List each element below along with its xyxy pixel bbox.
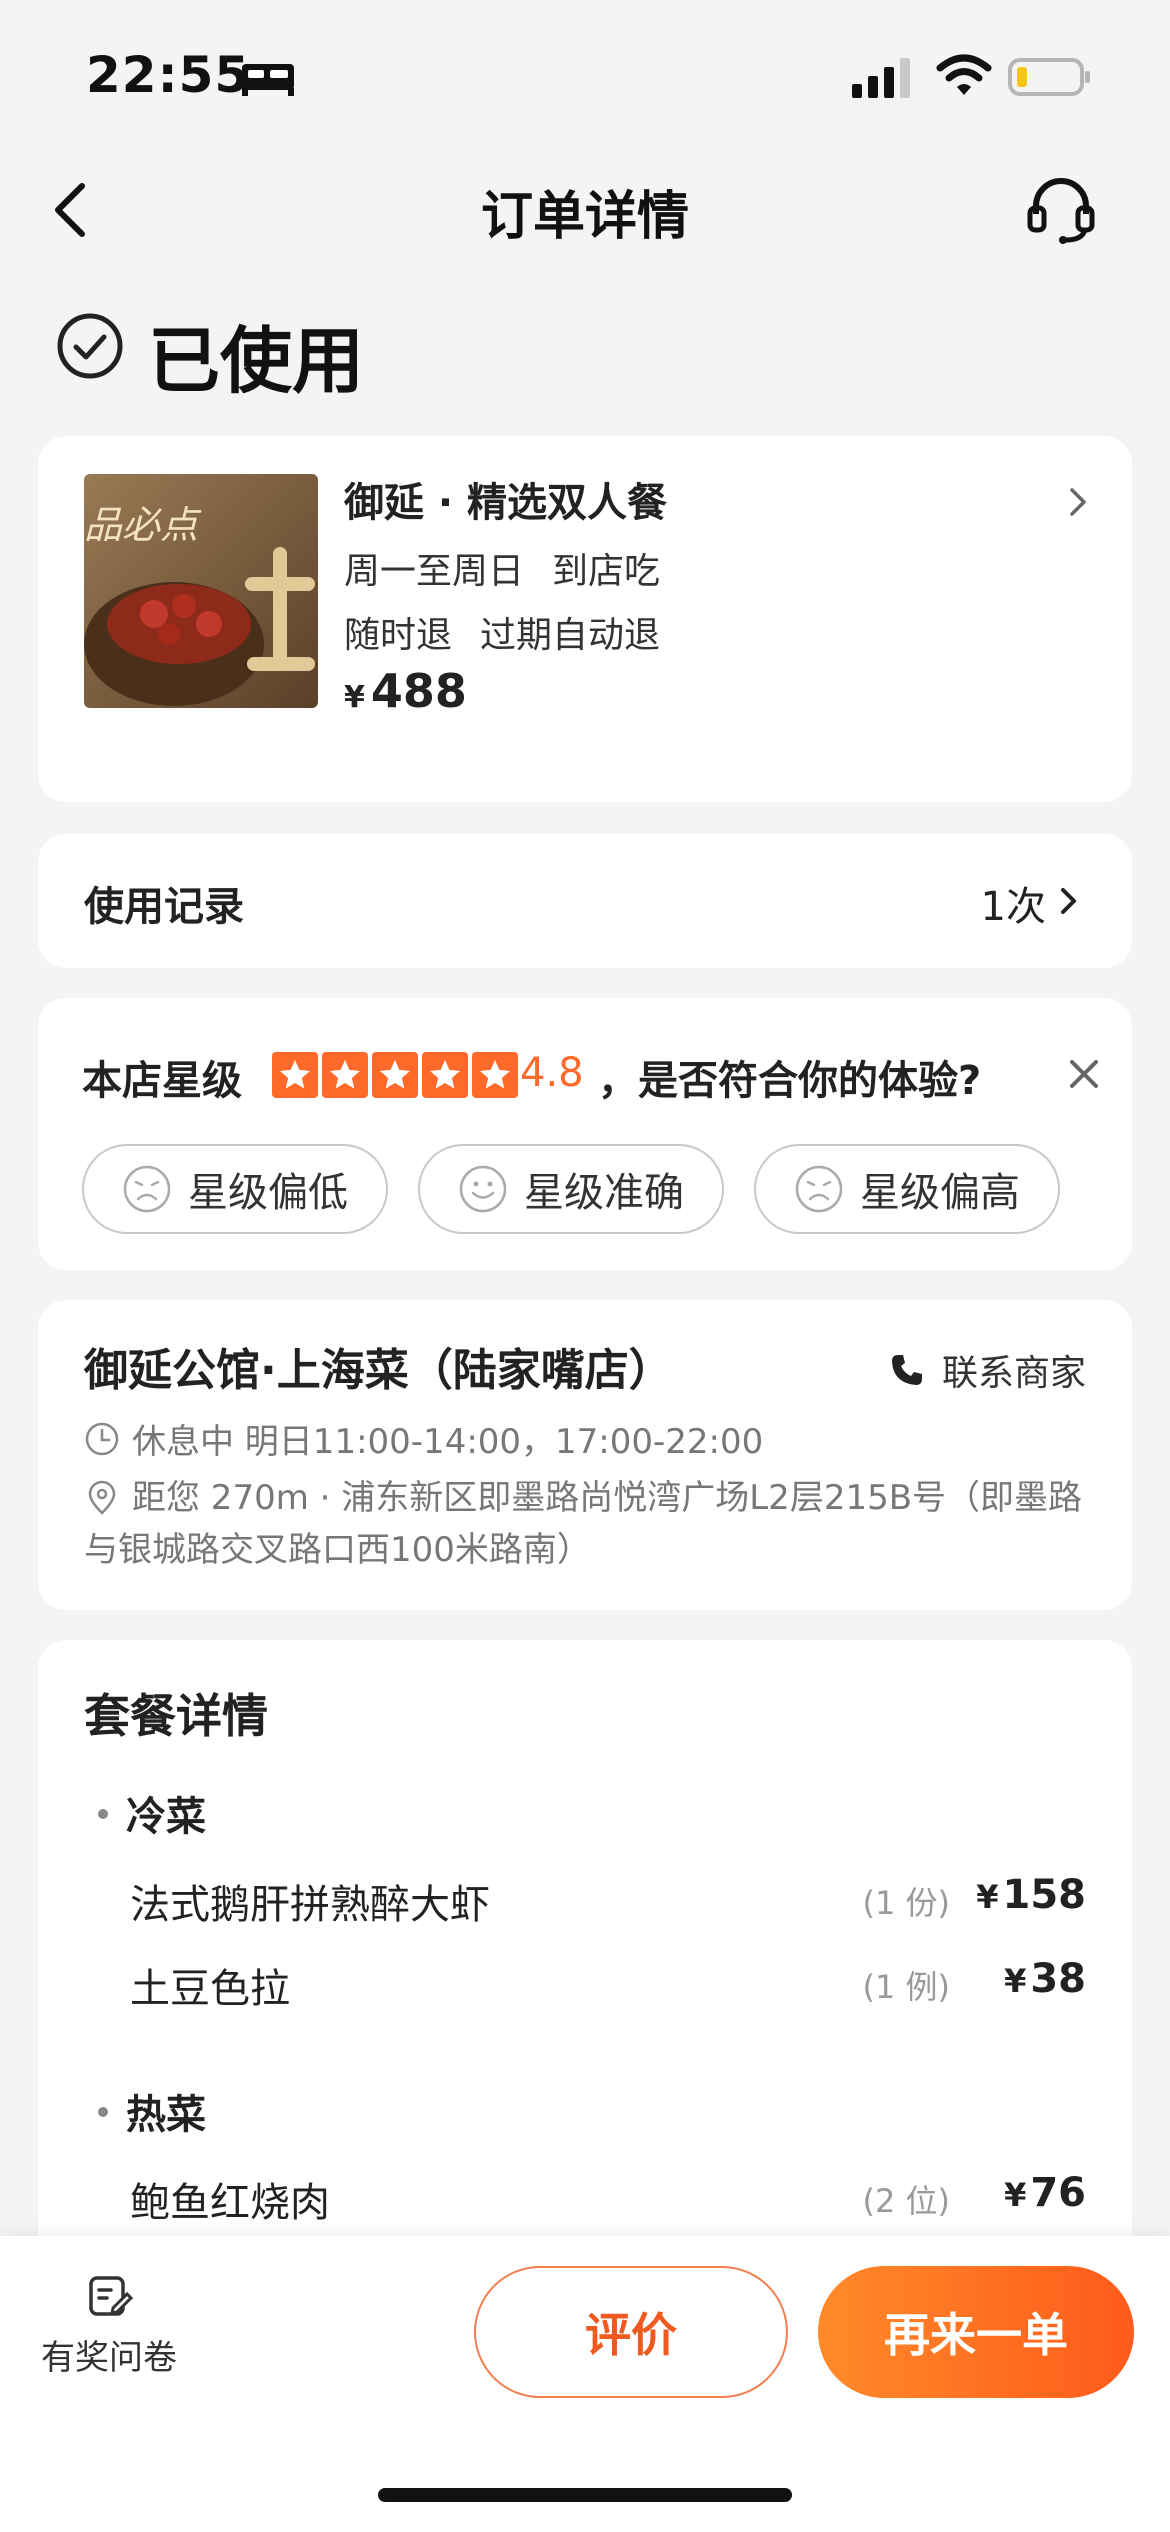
dish-price: ¥76: [1004, 2170, 1086, 2216]
rating-accurate-label: 星级准确: [524, 1170, 684, 1216]
dish-quantity: (2 位): [862, 2182, 950, 2220]
home-indicator: [378, 2488, 792, 2502]
dish-price: ¥158: [976, 1872, 1086, 1918]
survey-button[interactable]: 有奖问卷: [34, 2272, 184, 2379]
usage-record-row[interactable]: 使用记录 1次: [38, 834, 1132, 968]
star-icon: [272, 1052, 318, 1098]
dish-name: 鲍鱼红烧肉: [130, 2180, 330, 2226]
section-hot-dishes: 热菜: [84, 2082, 206, 2140]
product-refund-tags: 随时退 过期自动退: [344, 606, 660, 658]
tag-auto-refund: 过期自动退: [480, 615, 661, 656]
dish-quantity: (1 例): [862, 1968, 950, 2006]
star-rating: [272, 1052, 518, 1098]
star-icon: [472, 1052, 518, 1098]
bullet-dot: [98, 1809, 108, 1819]
currency-symbol: ¥: [976, 1878, 999, 1916]
dish-price: ¥38: [1004, 1956, 1086, 2002]
customer-service-icon[interactable]: [1026, 174, 1096, 246]
dish-row: 土豆色拉 (1 例) ¥38: [130, 1956, 1086, 2012]
bed-icon: [242, 64, 294, 96]
product-thumbnail: 品必点: [84, 474, 318, 708]
rating-label: 本店星级: [82, 1058, 242, 1104]
rating-accurate-button[interactable]: 星级准确: [418, 1144, 724, 1234]
currency-symbol: ¥: [344, 680, 365, 715]
shop-hours: 休息中 明日11:00-14:00，17:00-22:00: [84, 1414, 763, 1463]
rating-too-high-label: 星级偏高: [860, 1170, 1020, 1216]
section-title: 热菜: [126, 2092, 206, 2138]
dish-row: 法式鹅肝拼熟醉大虾 (1 份) ¥158: [130, 1872, 1086, 1928]
smile-face-icon: [459, 1165, 507, 1213]
dish-quantity: (1 份): [862, 1884, 950, 1922]
product-name: 御延 · 精选双人餐: [344, 480, 668, 526]
dish-price-value: 38: [1030, 1956, 1086, 2002]
usage-record-label: 使用记录: [84, 884, 244, 930]
shop-hours-text: 休息中 明日11:00-14:00，17:00-22:00: [132, 1422, 764, 1462]
package-title: 套餐详情: [84, 1689, 268, 1743]
location-pin-icon: [88, 1480, 116, 1515]
contact-merchant-label: 联系商家: [941, 1353, 1086, 1394]
dish-price-value: 76: [1030, 2170, 1086, 2216]
survey-label: 有奖问卷: [41, 2338, 177, 2378]
order-status-text: 已使用: [148, 319, 365, 403]
product-thumbnail-text: 品必点: [84, 503, 199, 547]
star-icon: [372, 1052, 418, 1098]
rating-too-low-label: 星级偏低: [188, 1170, 348, 1216]
survey-edit-icon: [89, 2276, 133, 2316]
page-title: 订单详情: [480, 187, 689, 247]
shop-name[interactable]: 御延公馆·上海菜（陆家嘴店）: [84, 1334, 673, 1398]
wifi-icon: [936, 54, 992, 95]
star-icon: [422, 1052, 468, 1098]
star-icon: [322, 1052, 368, 1098]
sad-face-icon: [123, 1165, 171, 1213]
chevron-right-icon: [1061, 888, 1076, 914]
shop-info-card: 御延公馆·上海菜（陆家嘴店） 联系商家 休息中 明日11:00-14:00，17…: [38, 1300, 1132, 1610]
dish-name: 法式鹅肝拼熟醉大虾: [130, 1882, 490, 1928]
chevron-right-icon[interactable]: [1066, 482, 1092, 522]
bullet-dot: [98, 2107, 108, 2117]
currency-symbol: ¥: [1004, 1962, 1027, 2000]
tag-weekdays: 周一至周日: [344, 551, 525, 592]
review-button[interactable]: 评价: [474, 2266, 788, 2398]
close-icon[interactable]: [1066, 1056, 1102, 1092]
currency-symbol: ¥: [1004, 2176, 1027, 2214]
status-time: 22:55: [86, 46, 251, 104]
price-value: 488: [370, 664, 467, 718]
rating-too-low-button[interactable]: 星级偏低: [82, 1144, 388, 1234]
tag-dine-in: 到店吃: [552, 551, 661, 592]
tag-refund-anytime: 随时退: [344, 615, 453, 656]
contact-merchant-button[interactable]: 联系商家: [890, 1344, 1086, 1396]
check-circle-icon: [57, 313, 123, 379]
clock-icon: [85, 1422, 119, 1455]
section-cold-dishes: 冷菜: [84, 1784, 206, 1842]
store-rating-card: 本店星级 4.8 ，是否符合你的体验? 星级偏低 星级准确 星级偏高: [38, 998, 1132, 1270]
dish-price-value: 158: [1002, 1872, 1087, 1918]
battery-icon: [1008, 58, 1090, 96]
product-price: ¥488: [344, 664, 467, 718]
rating-question: ，是否符合你的体验?: [598, 1058, 982, 1104]
dish-name: 土豆色拉: [130, 1966, 290, 2012]
usage-count: 1次: [980, 884, 1046, 930]
rating-too-high-button[interactable]: 星级偏高: [754, 1144, 1060, 1234]
section-title: 冷菜: [126, 1794, 206, 1840]
shop-address[interactable]: 距您 270m · 浦东新区即墨路尚悦湾广场L2层215B号（即墨路与银城路交叉…: [84, 1472, 1094, 1576]
nav-bar: 订单详情: [0, 150, 1170, 270]
signal-icon: [852, 58, 910, 98]
dish-row: 鲍鱼红烧肉 (2 位) ¥76: [130, 2170, 1086, 2226]
product-usage-tags: 周一至周日 到店吃: [344, 542, 660, 594]
rating-score: 4.8: [520, 1050, 584, 1096]
status-bar: 22:55: [0, 0, 1170, 150]
sad-face-icon: [795, 1165, 843, 1213]
reorder-button[interactable]: 再来一单: [818, 2266, 1134, 2398]
phone-icon: [891, 1355, 922, 1385]
order-detail-page: 22:55 订单详情 已使用 品必点 御延 · 精选双人餐 周一至周日 到店吃 …: [0, 0, 1170, 2532]
product-card[interactable]: 品必点 御延 · 精选双人餐 周一至周日 到店吃 随时退 过期自动退 ¥488: [38, 436, 1132, 802]
shop-address-text: 距您 270m · 浦东新区即墨路尚悦湾广场L2层215B号（即墨路与银城路交叉…: [84, 1478, 1083, 1570]
